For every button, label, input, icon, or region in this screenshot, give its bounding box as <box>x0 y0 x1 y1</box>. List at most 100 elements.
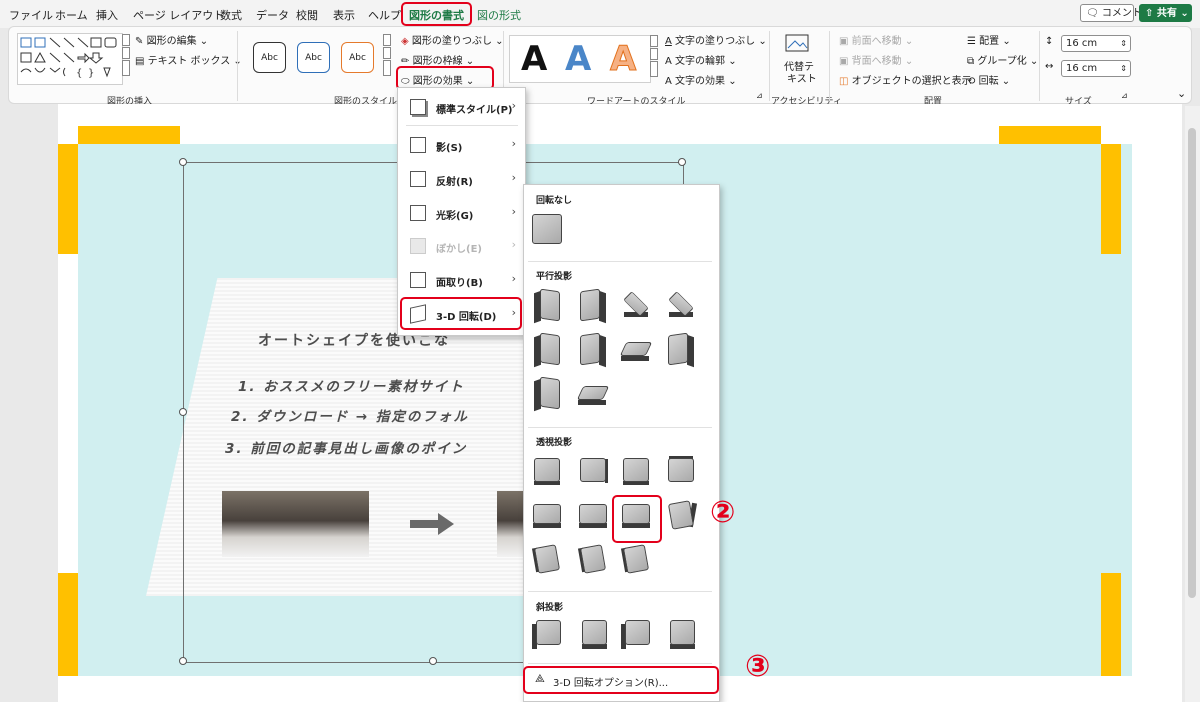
wordart-style-blue[interactable]: A <box>565 39 591 79</box>
height-input[interactable]: 16 cm ⇕ <box>1061 35 1131 52</box>
chevron-right-icon: › <box>511 306 516 319</box>
rotation-preset-24[interactable] <box>578 620 608 650</box>
preset-face <box>623 458 649 482</box>
shape-style-thumb-2[interactable]: Abc <box>297 42 330 73</box>
wordart-scroll-down[interactable] <box>650 48 658 60</box>
edit-shape-button[interactable]: ✎ 図形の編集 ⌄ <box>135 32 208 47</box>
preset-face <box>579 544 607 574</box>
style-more[interactable] <box>383 60 391 76</box>
wordart-more[interactable] <box>650 61 658 77</box>
gallery-scroll-up[interactable] <box>122 34 130 46</box>
rotation-preset-15[interactable] <box>666 456 696 486</box>
rotation-preset-26[interactable] <box>666 620 696 650</box>
rotation-preset-7[interactable] <box>578 332 608 368</box>
rotate-button[interactable]: ⟲ 回転 ⌄ <box>967 72 1010 87</box>
menu-item-bevel[interactable]: 面取り(B) › <box>404 266 516 294</box>
shape-effects-button[interactable]: ⬭ 図形の効果 ⌄ <box>401 72 474 87</box>
menu-item-reflection[interactable]: 反射(R) › <box>404 165 516 193</box>
tab-review[interactable]: 校閲 <box>296 7 318 23</box>
scrollbar-thumb[interactable] <box>1188 128 1196 598</box>
section-oblique: 斜投影 <box>536 603 564 613</box>
tab-file[interactable]: ファイル <box>9 7 53 23</box>
preset-side <box>599 334 606 368</box>
rotation-preset-3[interactable] <box>578 288 608 324</box>
comment-button[interactable]: 🗨 コメント <box>1080 4 1142 22</box>
rotation-preset-10[interactable] <box>532 376 562 412</box>
rotation-preset-4[interactable] <box>621 291 651 322</box>
wordart-scroll-up[interactable] <box>650 35 658 47</box>
menu-item-glow[interactable]: 光彩(G) › <box>404 199 516 227</box>
wordart-style-black[interactable]: A <box>521 39 547 79</box>
width-input[interactable]: 16 cm ⇕ <box>1061 60 1131 77</box>
shape-style-thumb-1[interactable]: Abc <box>253 42 286 73</box>
send-backward-button[interactable]: ▣ 背面へ移動 ⌄ <box>839 52 913 67</box>
paint-bucket-icon: ◈ <box>401 36 409 47</box>
tab-page-layout[interactable]: ページ レイアウト <box>133 7 224 23</box>
rotation-preset-21[interactable] <box>577 544 608 574</box>
resize-handle-bl[interactable] <box>179 657 187 665</box>
tab-help[interactable]: ヘルプ <box>368 7 401 23</box>
rotation-preset-22[interactable] <box>620 544 651 574</box>
tab-insert[interactable]: 挿入 <box>96 7 118 23</box>
style-scroll-down[interactable] <box>383 47 391 59</box>
rotation-preset-12[interactable] <box>532 456 562 486</box>
rotation-preset-14[interactable] <box>621 456 651 486</box>
resize-handle-tr[interactable] <box>678 158 686 166</box>
menu-item-3d-rotation[interactable]: 3-D 回転(D) › <box>404 300 516 328</box>
rotation-preset-19[interactable] <box>666 500 698 530</box>
tab-view[interactable]: 表示 <box>333 7 355 23</box>
alt-text-label-2[interactable]: キスト <box>787 70 817 85</box>
resize-handle-bm[interactable] <box>429 657 437 665</box>
gallery-more[interactable] <box>122 60 130 76</box>
text-box-button[interactable]: ▤ テキスト ボックス ⌄ <box>135 52 242 67</box>
text-fill-button[interactable]: A 文字の塗りつぶし ⌄ <box>665 32 767 47</box>
rotation-preset-13[interactable] <box>578 456 608 486</box>
rotation-preset-20[interactable] <box>531 544 562 574</box>
shape-style-thumb-3[interactable]: Abc <box>341 42 374 73</box>
tab-picture-format[interactable]: 図の形式 <box>477 7 521 23</box>
shape-outline-button[interactable]: ✏ 図形の枠線 ⌄ <box>401 52 474 67</box>
rotation-preset-5[interactable] <box>666 291 696 322</box>
share-button[interactable]: ⇧ 共有 ⌄ <box>1139 4 1192 22</box>
group-icon: ⧉ <box>967 56 975 67</box>
rotation-preset-11[interactable] <box>576 380 610 410</box>
tab-data[interactable]: データ <box>256 7 289 23</box>
menu-item-shadow[interactable]: 影(S) › <box>404 131 516 159</box>
chevron-right-icon: › <box>511 205 516 218</box>
rotation-preset-16[interactable] <box>532 500 562 530</box>
rotation-preset-25[interactable] <box>621 620 651 650</box>
wordart-style-orange[interactable]: A <box>609 39 636 80</box>
resize-handle-tl[interactable] <box>179 158 187 166</box>
align-button[interactable]: ☰ 配置 ⌄ <box>967 32 1011 47</box>
rotation-preset-9[interactable] <box>666 332 696 368</box>
rotation-preset-17[interactable] <box>578 500 608 530</box>
resize-handle-ml[interactable] <box>179 408 187 416</box>
ribbon: { } ✎ 図形の編集 ⌄ ▤ テキスト ボックス ⌄ 図形の挿入 Abc Ab… <box>8 26 1192 107</box>
spin-arrows-icon[interactable]: ⇕ <box>1120 61 1127 76</box>
shape-fill-button[interactable]: ◈ 図形の塗りつぶし ⌄ <box>401 32 504 47</box>
rotation-preset-18[interactable] <box>621 500 651 530</box>
rotation-preset-1[interactable] <box>532 214 562 244</box>
rotation-preset-8[interactable] <box>619 336 653 366</box>
text-effects-button[interactable]: A 文字の効果 ⌄ <box>665 72 737 87</box>
selection-pane-button[interactable]: ◫ オブジェクトの選択と表示 <box>839 72 972 87</box>
rotation-preset-6[interactable] <box>532 332 562 368</box>
style-scroll-up[interactable] <box>383 34 391 46</box>
rotation-preset-23[interactable] <box>532 620 562 650</box>
text-outline-button[interactable]: A 文字の輪郭 ⌄ <box>665 52 737 67</box>
tab-home[interactable]: ホーム <box>55 7 88 23</box>
collapse-ribbon-icon[interactable]: ⌄ <box>1177 87 1186 100</box>
menu-item-preset[interactable]: 標準スタイル(P) › <box>404 93 516 121</box>
shape-gallery[interactable]: { } <box>17 33 123 85</box>
gallery-scroll-down[interactable] <box>122 47 130 59</box>
group-button[interactable]: ⧉ グループ化 ⌄ <box>967 52 1038 67</box>
spin-arrows-icon[interactable]: ⇕ <box>1120 36 1127 51</box>
dialog-launcher-icon[interactable]: ⊿ <box>756 91 763 100</box>
size-dialog-launcher-icon[interactable]: ⊿ <box>1121 91 1128 100</box>
3d-rotation-options-button[interactable]: ⟁ 3-D 回転オプション(R)... <box>535 671 705 689</box>
rotation-preset-2[interactable] <box>532 288 562 324</box>
tab-formulas[interactable]: 数式 <box>220 7 242 23</box>
tab-shape-format[interactable]: 図形の書式 <box>409 7 464 23</box>
bring-forward-button[interactable]: ▣ 前面へ移動 ⌄ <box>839 32 913 47</box>
menu-item-soft-edges[interactable]: ぼかし(E) › <box>404 232 516 260</box>
